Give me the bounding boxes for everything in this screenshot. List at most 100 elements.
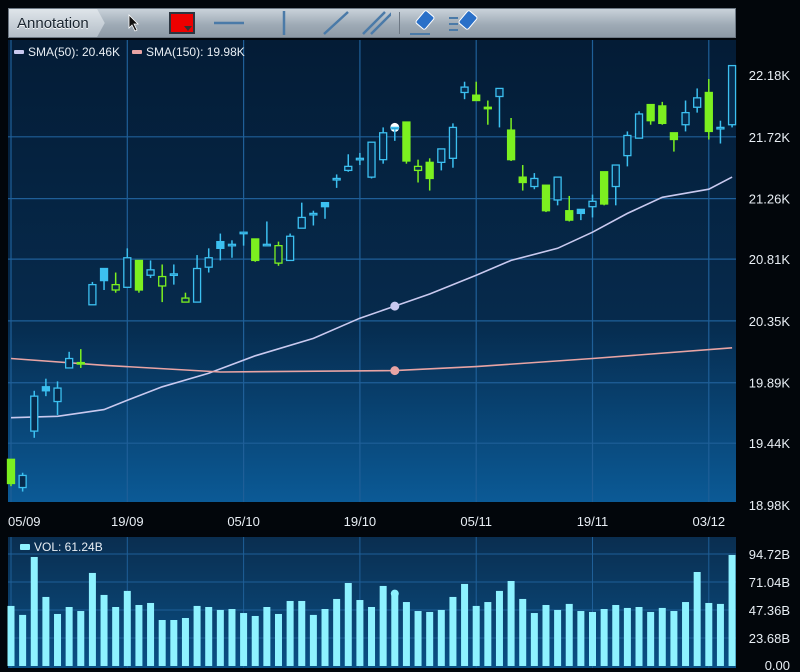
candle-body [169,273,178,277]
date-tick-label: 05/11 [460,514,492,529]
candle-body [355,157,365,161]
candle-body [599,171,609,205]
candle-body [181,297,190,303]
volume-marker [390,589,399,598]
candle-body [448,126,458,159]
volume-bar [623,607,631,666]
candle [30,390,39,438]
parallel-channel-tool[interactable] [361,9,391,37]
volume-bar [368,606,376,666]
candle-body [320,202,330,208]
candle-body [530,177,539,188]
sma150-marker [390,366,400,376]
candle-body [704,91,713,133]
volume-bar [472,605,480,666]
sma50-swatch [14,50,24,54]
volume-bar [263,606,271,666]
vertical-line-icon [282,11,285,35]
candle-body [158,275,167,287]
volume-bar [158,620,166,666]
volume-bar [670,611,678,666]
price-tick-label: 21.26K [749,192,791,207]
candle-body [611,164,620,188]
candle-body [460,86,469,94]
volume-bar [88,572,96,666]
volume-bar [333,598,341,666]
volume-bar [565,603,573,666]
volume-bar [461,583,469,666]
volume-bar [19,614,27,666]
candle [251,238,260,262]
eraser-tool[interactable] [408,9,438,37]
candle-body [274,245,283,264]
candle-body [192,267,202,303]
candle-body [565,210,574,221]
volume-bar [484,602,492,666]
volume-bar [658,607,666,666]
volume-swatch [20,544,30,550]
vertical-line-tool[interactable] [269,9,299,37]
candle-body [216,240,225,249]
volume-bar [147,602,155,666]
color-picker[interactable] [167,9,197,37]
sma150-legend: SMA(150): 19.98K [146,45,245,59]
candle-body [111,283,120,291]
candle-body [134,259,144,291]
date-tick-label: 19/11 [577,514,609,529]
volume-bar [42,596,50,666]
candle [727,64,737,128]
date-tick-label: 19/09 [111,514,144,529]
volume-tick-label: 94.72B [749,547,790,562]
candle-body [483,106,492,110]
candle-body [518,176,527,184]
candle-body [669,132,679,141]
volume-bar [321,609,329,666]
volume-bar [402,602,410,666]
volume-tick-label: 47.36B [749,603,790,618]
price-tick-label: 21.72K [749,130,791,145]
volume-bar [612,604,620,666]
candle-body [588,200,597,208]
candle-body [553,176,562,201]
volume-bar [391,593,399,666]
candle-body [41,386,51,392]
date-tick-label: 05/10 [227,514,260,529]
price-tick-label: 19.89K [749,376,791,391]
pointer-tool[interactable] [119,9,149,37]
candle [134,259,144,293]
candle-body [576,208,586,215]
candle [634,111,644,139]
sma50-marker [390,301,400,311]
volume-bar [274,613,282,666]
date-tick-label: 05/09 [8,514,41,529]
volume-bar [682,602,690,666]
volume-bar [449,596,457,666]
volume-bar [123,590,131,666]
candle-body [681,111,690,126]
volume-bar [379,585,387,666]
cursor-arrow-icon [128,14,139,32]
candle-body [541,184,551,212]
volume-bar [135,604,143,666]
candle [6,458,16,487]
horizontal-line-tool[interactable] [211,9,247,37]
candle-body [227,243,237,247]
candle-body [472,94,481,102]
candle-body [88,283,97,306]
candle-body [727,64,737,126]
candle-body [6,458,16,485]
candle-body [65,357,74,369]
candle-body [390,126,399,130]
trend-line-tool[interactable] [321,9,351,37]
volume-bar [30,556,38,666]
clear-all-tool[interactable] [448,9,478,37]
candle [88,281,97,306]
candle-body [30,395,39,432]
volume-bar [600,609,608,666]
volume-bar [112,606,120,666]
annotation-label[interactable]: Annotation [9,9,105,37]
volume-bar [728,554,736,666]
candle-body [379,132,388,161]
chart-canvas[interactable]: 22.18K 21.72K 21.26K 20.81K 20.35K 19.89K 19.4… [0,0,800,672]
volume-bar [647,611,655,666]
